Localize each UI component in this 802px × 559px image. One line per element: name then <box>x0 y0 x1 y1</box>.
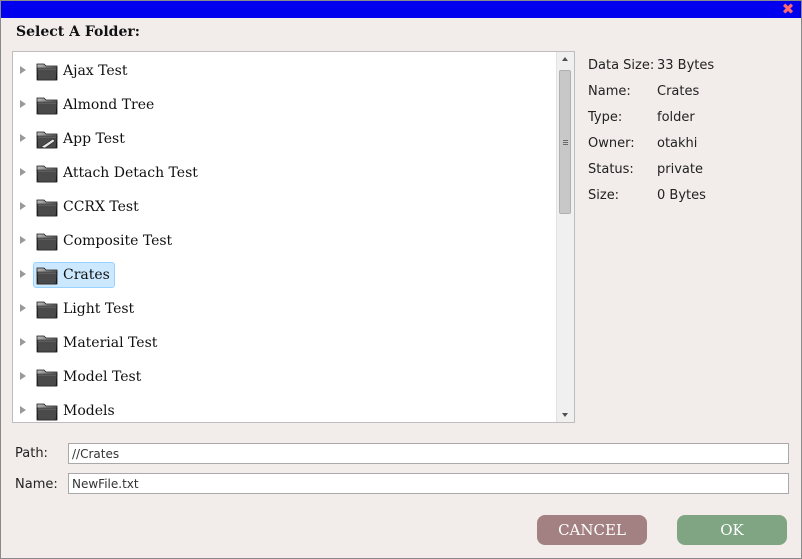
close-icon[interactable]: ✖ <box>781 1 795 17</box>
info-key: Data Size: <box>588 58 655 73</box>
expand-arrow-icon[interactable] <box>20 202 26 210</box>
tree-node-label: Material Test <box>63 335 158 351</box>
expand-arrow-icon[interactable] <box>20 236 26 244</box>
tree-node[interactable]: Almond Tree <box>33 92 159 118</box>
info-value: 0 Bytes <box>657 188 706 203</box>
expand-arrow-icon[interactable] <box>20 134 26 142</box>
scroll-down-icon[interactable] <box>562 413 568 417</box>
tree-node[interactable]: Model Test <box>33 364 146 390</box>
tree-node-label: Almond Tree <box>63 97 155 113</box>
tree-node[interactable]: Crates <box>33 262 115 288</box>
tree-node-label: Crates <box>63 267 110 283</box>
tree-node[interactable]: Models <box>33 398 120 422</box>
info-row-data-size: Data Size: 33 Bytes <box>588 57 714 83</box>
tree-row[interactable]: Material Test <box>13 328 553 358</box>
folder-icon <box>36 63 58 81</box>
tree-node-label: Attach Detach Test <box>63 165 198 181</box>
tree-node[interactable]: Composite Test <box>33 228 177 254</box>
info-value: Crates <box>657 84 700 99</box>
tree-scrollbar[interactable] <box>556 52 574 422</box>
tree-row[interactable]: Attach Detach Test <box>13 158 553 188</box>
name-label: Name: <box>15 477 58 492</box>
expand-arrow-icon[interactable] <box>20 338 26 346</box>
scroll-up-icon[interactable] <box>562 57 568 61</box>
app-folder-icon <box>36 131 58 149</box>
ok-button[interactable]: OK <box>677 515 787 545</box>
folder-icon <box>36 335 58 353</box>
folder-icon <box>36 97 58 115</box>
folder-icon <box>36 301 58 319</box>
folder-icon <box>36 267 58 285</box>
tree-row[interactable]: CCRX Test <box>13 192 553 222</box>
tree-node[interactable]: Material Test <box>33 330 162 356</box>
tree-node[interactable]: App Test <box>33 126 130 152</box>
info-row-owner: Owner: otakhi <box>588 135 714 161</box>
tree-node-label: Models <box>63 403 115 419</box>
title-bar[interactable]: ✖ <box>1 1 801 18</box>
expand-arrow-icon[interactable] <box>20 270 26 278</box>
folder-icon <box>36 199 58 217</box>
info-key: Owner: <box>588 136 635 151</box>
info-key: Status: <box>588 162 634 177</box>
folder-info-panel: Data Size: 33 Bytes Name: Crates Type: f… <box>588 57 714 213</box>
folder-icon <box>36 233 58 251</box>
info-row-size: Size: 0 Bytes <box>588 187 714 213</box>
tree-node-label: Composite Test <box>63 233 173 249</box>
folder-icon <box>36 403 58 421</box>
info-key: Size: <box>588 188 620 203</box>
info-key: Name: <box>588 84 631 99</box>
tree-row[interactable]: Composite Test <box>13 226 553 256</box>
expand-arrow-icon[interactable] <box>20 168 26 176</box>
info-value: folder <box>657 110 695 125</box>
expand-arrow-icon[interactable] <box>20 100 26 108</box>
tree-node-label: Ajax Test <box>63 63 128 79</box>
tree-row[interactable]: Crates <box>13 260 553 290</box>
expand-arrow-icon[interactable] <box>20 372 26 380</box>
select-folder-dialog: ✖ Select A Folder: Ajax Test Almond Tree A… <box>0 0 802 559</box>
tree-node[interactable]: Attach Detach Test <box>33 160 203 186</box>
path-input[interactable] <box>68 443 789 464</box>
folder-icon <box>36 369 58 387</box>
info-value: private <box>657 162 703 177</box>
folder-icon <box>36 165 58 183</box>
info-row-type: Type: folder <box>588 109 714 135</box>
info-row-status: Status: private <box>588 161 714 187</box>
tree-node[interactable]: Light Test <box>33 296 139 322</box>
path-label: Path: <box>15 446 48 461</box>
dialog-heading: Select A Folder: <box>16 24 140 40</box>
scrollbar-thumb[interactable] <box>559 70 571 214</box>
tree-node-label: Model Test <box>63 369 142 385</box>
tree-row[interactable]: Models <box>13 396 553 422</box>
info-key: Type: <box>588 110 623 125</box>
expand-arrow-icon[interactable] <box>20 66 26 74</box>
expand-arrow-icon[interactable] <box>20 406 26 414</box>
tree-node[interactable]: CCRX Test <box>33 194 144 220</box>
name-input[interactable] <box>68 473 789 494</box>
tree-row[interactable]: App Test <box>13 124 553 154</box>
tree-node-label: CCRX Test <box>63 199 139 215</box>
folder-tree[interactable]: Ajax Test Almond Tree App Test Attach Detac… <box>12 51 575 423</box>
info-row-name: Name: Crates <box>588 83 714 109</box>
tree-row[interactable]: Almond Tree <box>13 90 553 120</box>
tree-row[interactable]: Light Test <box>13 294 553 324</box>
cancel-button[interactable]: CANCEL <box>537 515 647 545</box>
tree-node-label: Light Test <box>63 301 135 317</box>
tree-row[interactable]: Ajax Test <box>13 56 553 86</box>
tree-node-label: App Test <box>63 131 125 147</box>
tree-row[interactable]: Model Test <box>13 362 553 392</box>
info-value: otakhi <box>657 136 698 151</box>
info-value: 33 Bytes <box>657 58 715 73</box>
tree-node[interactable]: Ajax Test <box>33 58 133 84</box>
expand-arrow-icon[interactable] <box>20 304 26 312</box>
